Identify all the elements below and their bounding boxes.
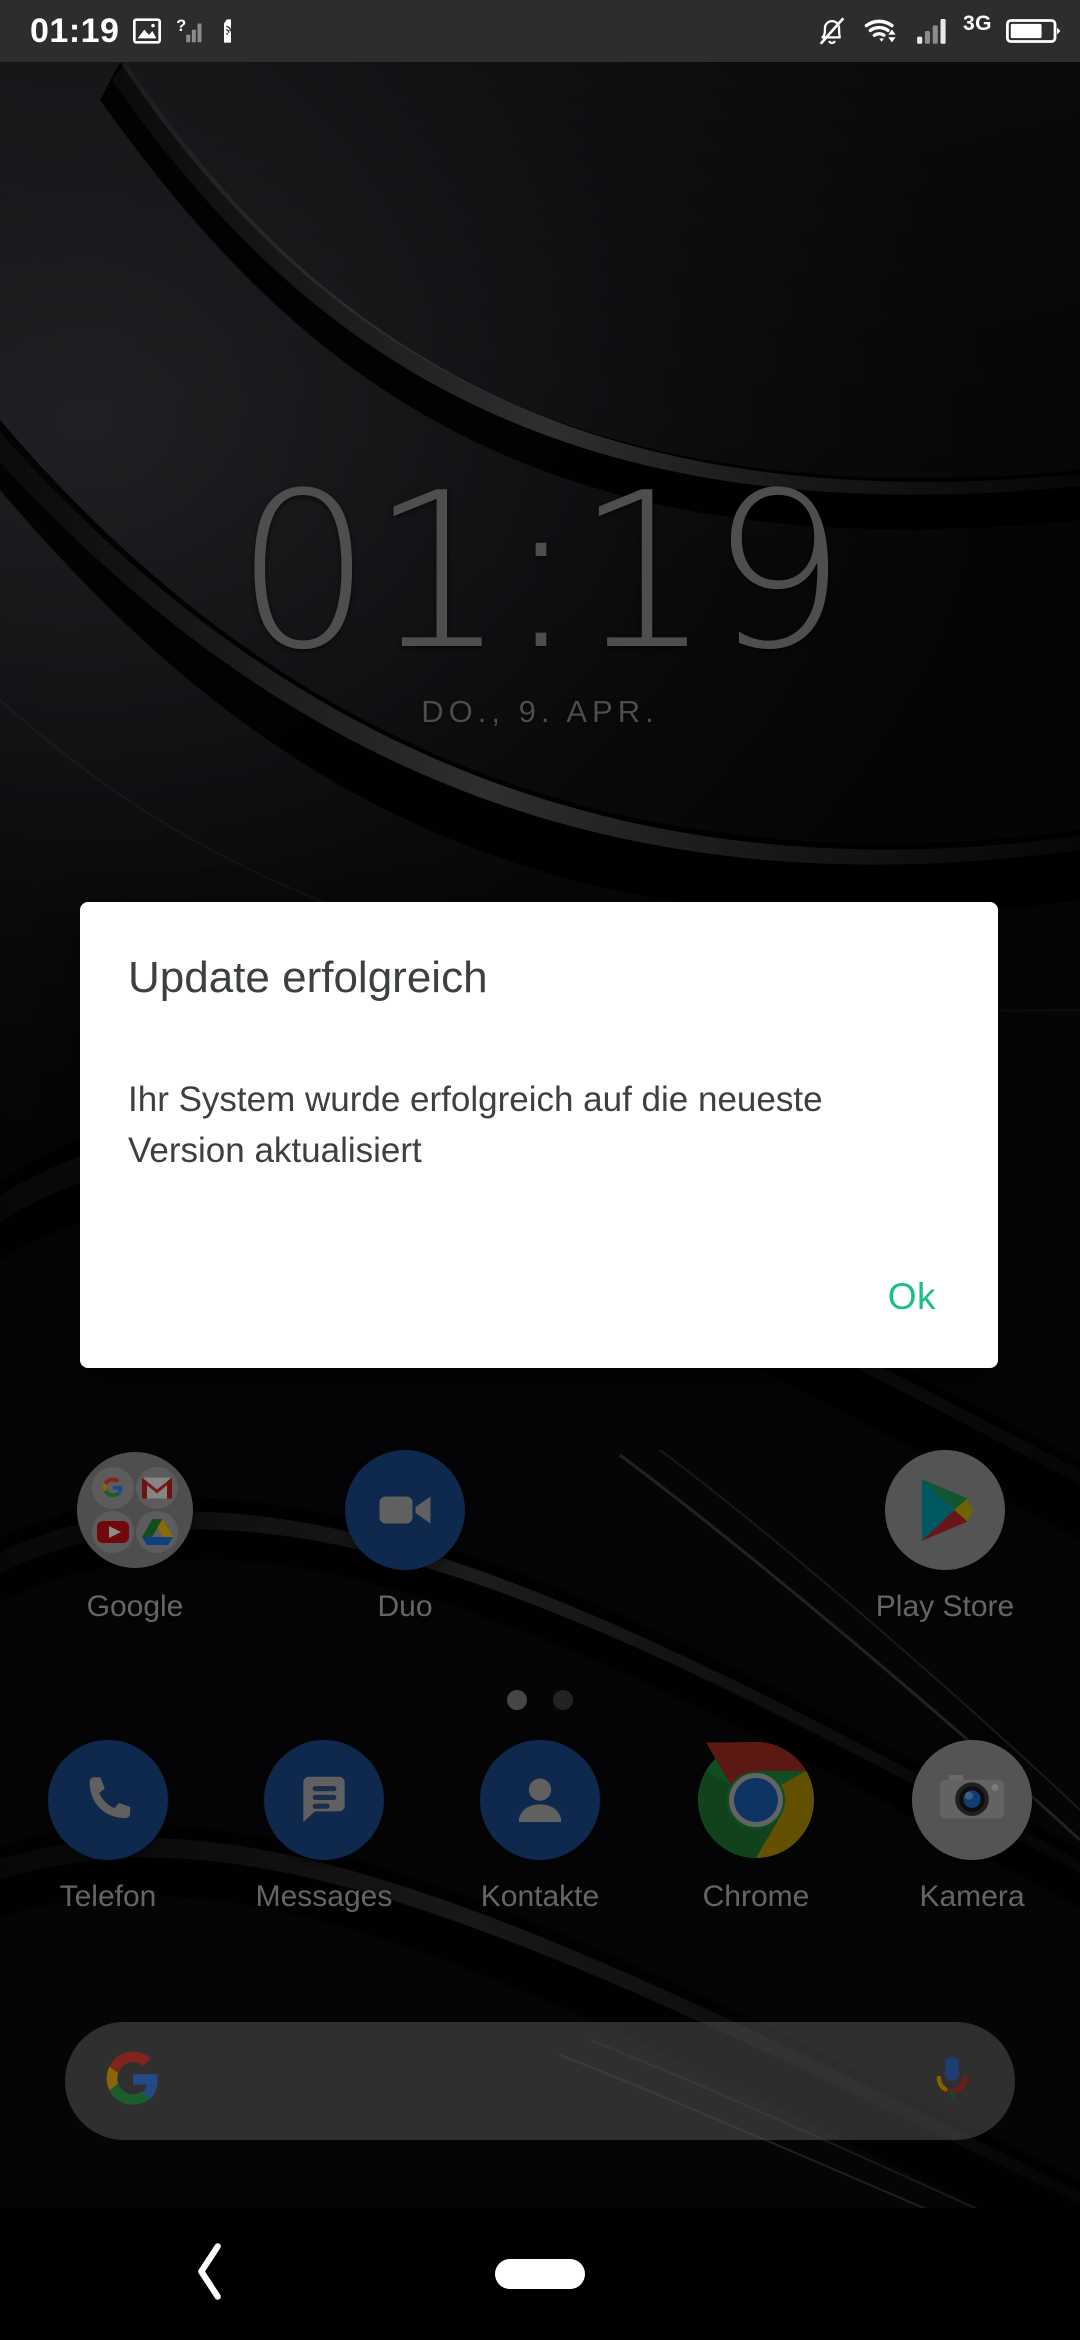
home-pill-icon[interactable] [495, 2259, 585, 2289]
battery-icon [1006, 19, 1061, 43]
navigation-bar [0, 2208, 1080, 2340]
svg-text:?: ? [177, 17, 187, 35]
nfc-tag-icon [224, 19, 232, 43]
status-bar[interactable]: 01:19 ? 3G [0, 0, 1080, 62]
ok-button[interactable]: Ok [874, 1266, 950, 1328]
silent-bell-icon [819, 17, 845, 45]
status-bar-right: 3G [815, 12, 1062, 48]
dialog-title: Update erfolgreich [128, 953, 488, 1002]
cellular-signal-icon [917, 18, 946, 44]
update-dialog: Update erfolgreich Ihr System wurde erfo… [80, 902, 998, 1368]
status-bar-left: 01:19 ? [30, 14, 245, 48]
wifi-icon [864, 19, 896, 43]
network-type-label: 3G [962, 12, 992, 35]
dialog-actions: Ok [874, 1266, 950, 1328]
phone-screen: 01:19 ? 3G 01:19 DO., 9. APR. Google Duo… [0, 0, 1080, 2340]
unknown-network-signal-icon: ? [177, 17, 202, 43]
dialog-message: Ihr System wurde erfolgreich auf die neu… [128, 1079, 823, 1170]
back-chevron-icon[interactable] [190, 2241, 230, 2308]
status-bar-clock: 01:19 [30, 12, 120, 50]
image-icon [133, 18, 162, 44]
